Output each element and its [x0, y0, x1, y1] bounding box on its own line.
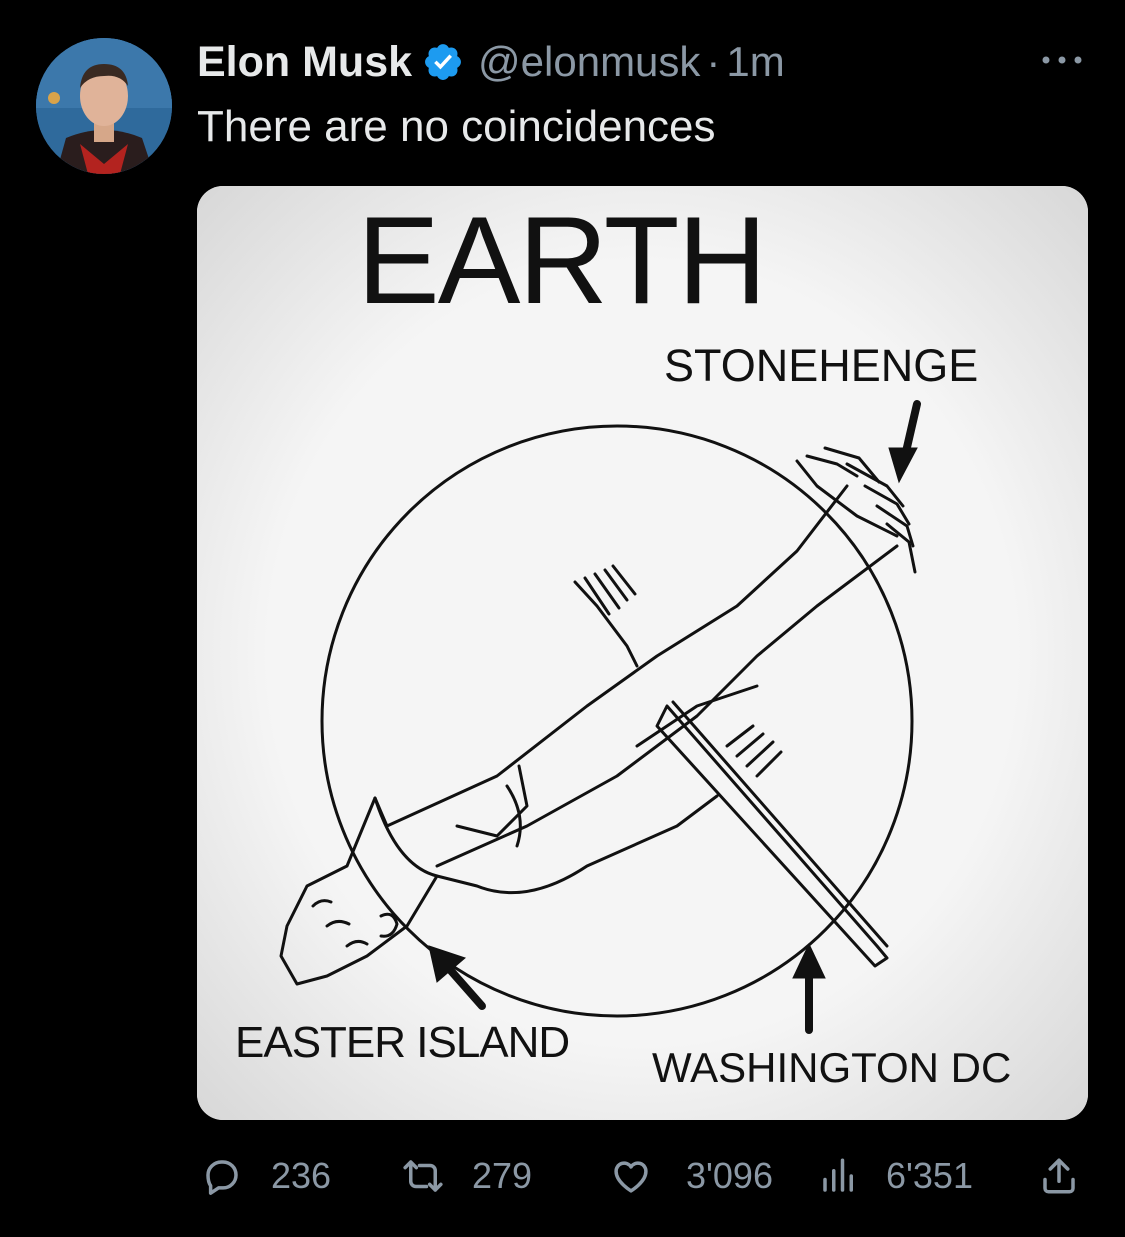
avatar-image	[36, 38, 172, 174]
label-stonehenge: STONEHENGE	[664, 340, 979, 391]
avatar[interactable]	[36, 38, 172, 174]
views-button[interactable]: 6'351	[818, 1148, 973, 1204]
retweet-icon	[403, 1160, 443, 1192]
author-handle[interactable]: @elonmusk	[478, 38, 700, 86]
tweet-image[interactable]: EARTH STONEHENGE EASTER ISLAND WASHINGTO…	[197, 186, 1088, 1120]
tweet-text: There are no coincidences	[197, 102, 716, 151]
heart-icon	[614, 1161, 648, 1193]
reply-button[interactable]: 236	[201, 1148, 331, 1204]
more-icon[interactable]	[1040, 50, 1084, 70]
reply-count: 236	[271, 1155, 332, 1196]
share-icon	[1043, 1158, 1075, 1194]
share-button[interactable]	[1038, 1148, 1080, 1204]
label-washington-dc: WASHINGTON DC	[652, 1044, 1012, 1091]
timestamp[interactable]: 1m	[726, 38, 784, 86]
retweet-count: 279	[472, 1155, 533, 1196]
reply-icon	[206, 1160, 238, 1195]
separator: ·	[706, 38, 721, 85]
label-easter-island: EASTER ISLAND	[235, 1018, 570, 1067]
like-count: 3'096	[686, 1155, 773, 1196]
author-name[interactable]: Elon Musk	[197, 38, 412, 87]
views-icon	[823, 1158, 853, 1192]
action-bar: 236 279 3'096 6'351	[0, 1148, 1125, 1204]
verified-badge-icon	[425, 44, 461, 80]
like-button[interactable]: 3'096	[610, 1148, 773, 1204]
image-title: EARTH	[357, 192, 767, 330]
tweet-header: Elon Musk @elonmusk · 1m	[197, 36, 785, 88]
retweet-button[interactable]: 279	[402, 1148, 532, 1204]
views-count: 6'351	[886, 1155, 973, 1196]
